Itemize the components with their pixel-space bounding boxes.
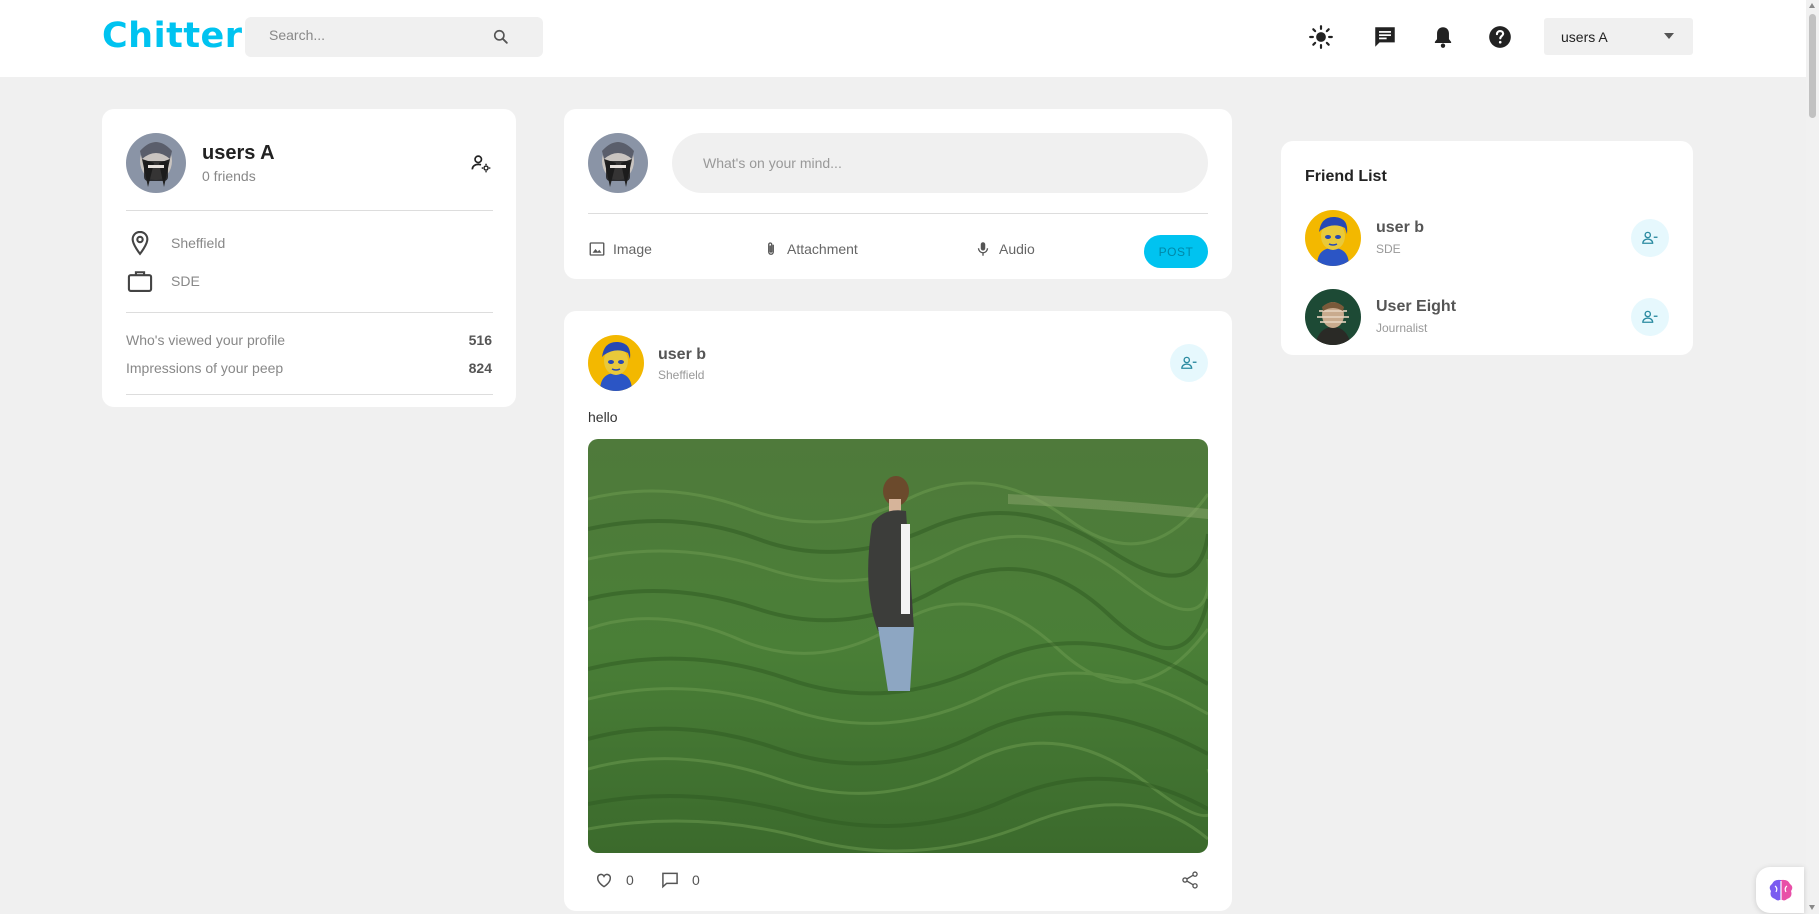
friend-job: SDE: [1376, 242, 1401, 256]
remove-friend-button[interactable]: [1631, 219, 1669, 257]
friend-name[interactable]: User Eight: [1376, 298, 1456, 316]
friend-avatar-user-eight[interactable]: [1305, 289, 1361, 345]
manage-account-icon[interactable]: [470, 152, 492, 174]
friend-job: Journalist: [1376, 321, 1428, 335]
post-text: hello: [588, 409, 618, 425]
chevron-down-icon: [1664, 33, 1674, 39]
composer-avatar: [588, 133, 648, 193]
person-remove-icon: [1642, 231, 1658, 244]
user-menu-dropdown[interactable]: users A: [1544, 18, 1693, 55]
briefcase-icon: [127, 271, 153, 292]
audio-label: Audio: [999, 241, 1035, 257]
add-attachment-button[interactable]: Attachment: [762, 240, 858, 258]
like-count: 0: [626, 872, 634, 888]
bell-icon[interactable]: [1430, 24, 1456, 50]
create-post-card: Image Attachment Audio POST: [564, 109, 1232, 279]
profile-card: users A 0 friends Sheffield SDE Who's vi…: [102, 109, 516, 407]
stat-value-impressions: 824: [468, 360, 492, 376]
comment-button[interactable]: 0: [660, 870, 700, 890]
divider: [126, 312, 493, 313]
search-input[interactable]: [269, 27, 489, 43]
add-image-button[interactable]: Image: [588, 240, 652, 258]
divider: [126, 210, 493, 211]
stat-label-impressions: Impressions of your peep: [126, 360, 284, 376]
chat-icon[interactable]: [1372, 24, 1398, 50]
post-author-location: Sheffield: [658, 368, 705, 382]
remove-friend-button[interactable]: [1170, 344, 1208, 382]
scrollbar-thumb[interactable]: [1809, 14, 1816, 118]
brightness-icon[interactable]: [1308, 24, 1334, 50]
search-icon[interactable]: [491, 27, 511, 47]
location-pin-icon: [131, 230, 149, 256]
app-logo[interactable]: Chitter: [102, 16, 243, 56]
friend-avatar-user-b[interactable]: [1305, 210, 1361, 266]
person-remove-icon: [1642, 310, 1658, 323]
friend-name[interactable]: user b: [1376, 219, 1424, 237]
divider: [126, 394, 493, 395]
stat-value-views: 516: [468, 332, 492, 348]
heart-icon: [596, 873, 612, 888]
user-menu-label: users A: [1561, 29, 1608, 45]
post-text-input[interactable]: [672, 133, 1208, 193]
comment-icon: [662, 872, 678, 889]
share-icon[interactable]: [1180, 870, 1200, 890]
stat-label-views: Who's viewed your profile: [126, 332, 286, 348]
profile-location: Sheffield: [171, 235, 226, 251]
post-author-name[interactable]: user b: [658, 346, 706, 364]
post-author-avatar[interactable]: [588, 335, 644, 391]
profile-name[interactable]: users A: [202, 142, 275, 165]
image-icon: [589, 242, 605, 256]
assistant-button[interactable]: [1756, 867, 1804, 913]
scroll-up-arrow[interactable]: [1809, 3, 1815, 8]
help-icon[interactable]: [1487, 24, 1513, 50]
person-remove-icon: [1181, 356, 1197, 369]
friend-list-title: Friend List: [1305, 168, 1387, 185]
search-box: [245, 17, 543, 57]
brain-icon: [1769, 879, 1793, 901]
comment-count: 0: [692, 872, 700, 888]
remove-friend-button[interactable]: [1631, 298, 1669, 336]
profile-job: SDE: [171, 273, 200, 289]
scroll-down-arrow[interactable]: [1809, 905, 1815, 910]
top-navbar: Chitter users A: [0, 0, 1806, 77]
like-button[interactable]: 0: [594, 870, 634, 890]
friend-list-card: Friend List user b SDE User Eight Journa…: [1281, 141, 1693, 355]
attachment-label: Attachment: [787, 241, 858, 257]
profile-friend-count: 0 friends: [202, 168, 256, 184]
paperclip-icon: [768, 242, 774, 255]
post-image[interactable]: [588, 439, 1208, 853]
post-card: user b Sheffield hello 0 0: [564, 311, 1232, 911]
divider: [588, 213, 1208, 214]
post-button[interactable]: POST: [1144, 235, 1208, 268]
image-label: Image: [613, 241, 652, 257]
microphone-icon: [977, 242, 989, 256]
page-scrollbar[interactable]: [1806, 0, 1819, 914]
add-audio-button[interactable]: Audio: [974, 240, 1035, 258]
profile-avatar[interactable]: [126, 133, 186, 193]
